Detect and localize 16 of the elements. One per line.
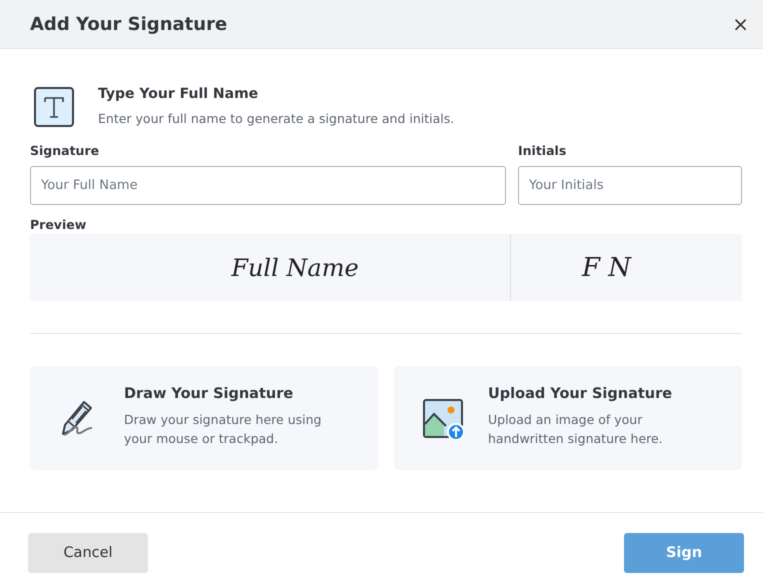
- signature-preview: Full Name: [30, 234, 511, 301]
- close-button[interactable]: ×: [728, 12, 753, 36]
- initials-field[interactable]: Your Initials: [518, 166, 742, 205]
- text-icon: [34, 87, 74, 127]
- field-label: Initials: [518, 143, 568, 158]
- dialog-title: Add Your Signature: [30, 14, 228, 34]
- image-upload-icon: [422, 396, 464, 440]
- draw-option[interactable]: Draw Your Signature Draw your signature here using your mouse or trackpad.: [30, 366, 378, 470]
- cancel-button[interactable]: Cancel: [28, 533, 148, 573]
- section-heading: Type Your Full Name: [98, 86, 260, 102]
- field-label: Signature: [30, 143, 100, 158]
- preview-label: Preview: [30, 217, 88, 232]
- upload-option[interactable]: Upload Your Signature Upload an image of your handwritten signature here.: [394, 366, 742, 470]
- name-field[interactable]: Your Full Name: [30, 166, 506, 205]
- initials-preview: F N: [580, 252, 633, 284]
- section-description: Enter your full name to generate a signature and initials.: [98, 111, 454, 126]
